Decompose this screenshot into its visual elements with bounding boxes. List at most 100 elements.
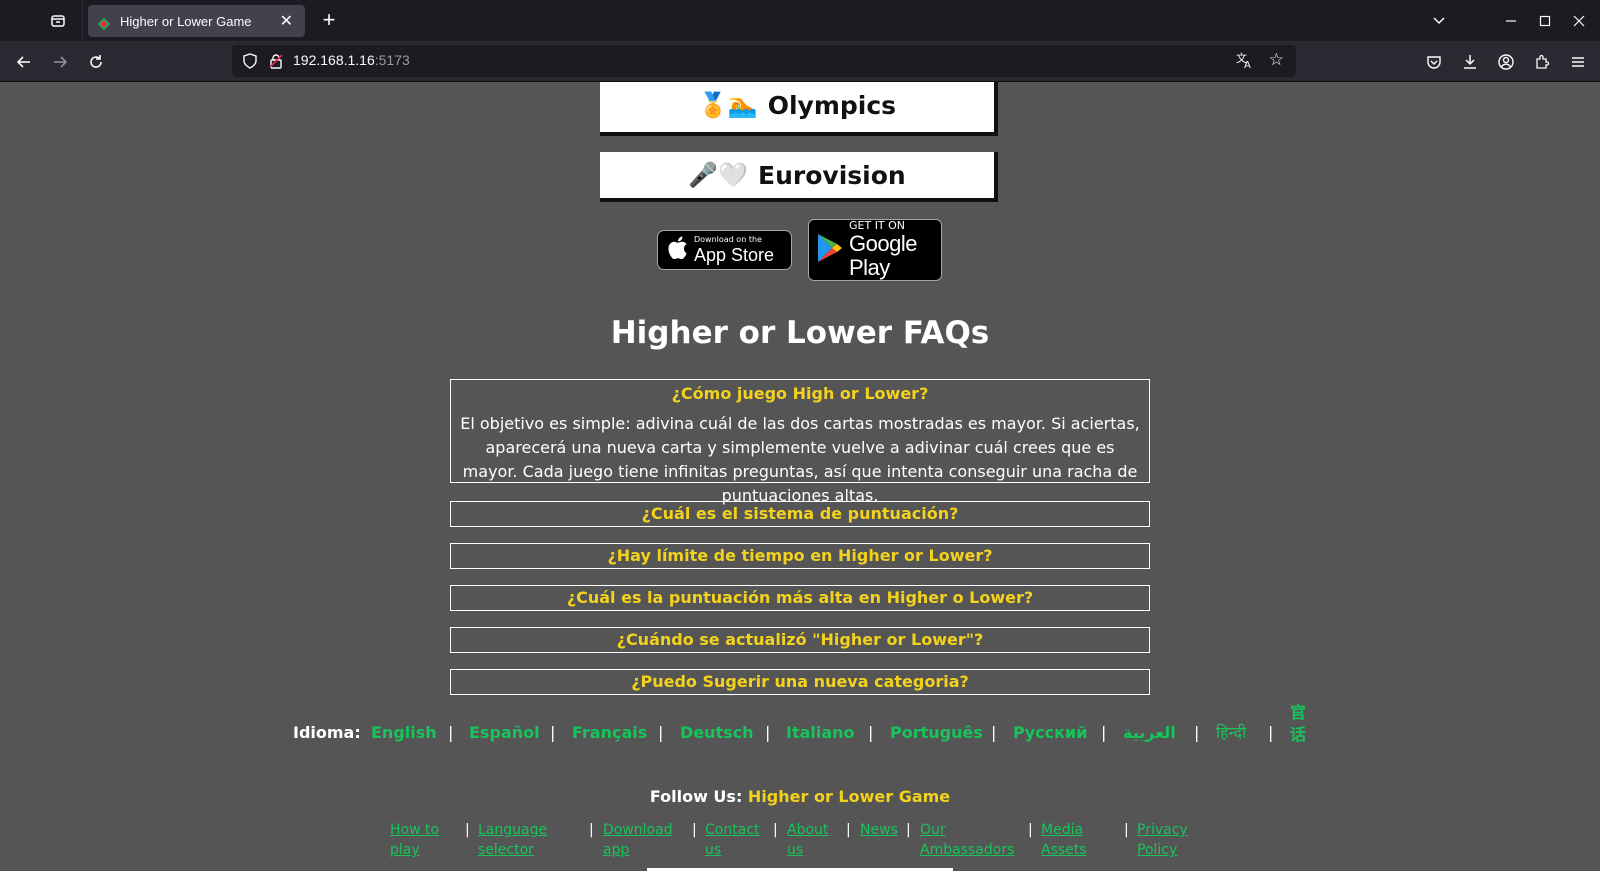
follow-label: Follow Us: [649,787,743,806]
footer-link-how-to-play[interactable]: How to play [390,820,450,860]
footer-separator: | [846,822,851,838]
tab-separator [82,0,83,41]
insecure-lock-icon[interactable] [268,53,284,73]
language-link-french[interactable]: Français [572,723,647,742]
forward-arrow-icon[interactable] [46,48,74,76]
translate-icon[interactable]: 文A [1236,51,1254,73]
extensions-icon[interactable] [1524,41,1560,82]
category-label: Olympics [767,90,897,120]
active-tab[interactable]: Higher or Lower Game ✕ [88,5,305,37]
follow-us: Follow Us: Higher or Lower Game [0,787,1600,806]
footer-separator: | [465,822,470,838]
language-link-german[interactable]: Deutsch [680,723,754,742]
menu-hamburger-icon[interactable] [1560,41,1596,82]
faq-question[interactable]: ¿Cuál es la puntuación más alta en Highe… [451,586,1149,610]
url-port: :5173 [374,52,410,68]
google-play-big: Google Play [849,231,917,280]
separator: | [1101,723,1107,742]
faq-item[interactable]: ¿Cuál es el sistema de puntuación? [450,501,1150,527]
google-play-badge[interactable]: GET IT ON Google Play [808,219,942,281]
svg-text:A: A [1244,60,1251,69]
footer-separator: | [1028,822,1033,838]
language-label: Idioma: [293,723,361,742]
category-card-eurovision[interactable]: 🎤🤍 Eurovision [600,152,998,202]
tab-title: Higher or Lower Game [120,13,252,29]
faq-item[interactable]: ¿Cómo juego High or Lower? El objetivo e… [450,379,1150,505]
toolbar-right [1416,41,1600,82]
faq-question[interactable]: ¿Puedo Sugerir una nueva categoria? [451,670,1149,694]
account-icon[interactable] [1488,41,1524,82]
separator: | [868,723,874,742]
app-store-small: Download on the [694,235,762,244]
faq-answer: El objetivo es simple: adivina cuál de l… [460,414,1140,505]
google-play-logo-icon [817,233,843,267]
language-selector-row: Idioma: English | Español | Français | D… [293,699,1313,759]
new-tab-button[interactable]: + [316,8,342,34]
category-card-olympics[interactable]: 🏅🏊 Olympics [600,82,998,136]
faq-item[interactable]: ¿Cuándo se actualizó "Higher or Lower"? [450,627,1150,653]
separator: | [765,723,771,742]
firefox-view-icon[interactable] [44,8,72,34]
pocket-icon[interactable] [1416,41,1452,82]
category-emoji: 🏅🏊 [697,91,758,119]
language-link-russian[interactable]: Русский [1013,723,1087,742]
back-arrow-icon[interactable] [10,48,38,76]
footer-link-about-us[interactable]: About us [787,820,837,860]
category-emoji: 🎤🤍 [688,161,749,189]
close-window-button[interactable] [1562,0,1596,41]
footer-link-download-app[interactable]: Download app [603,820,683,860]
language-link-hindi[interactable]: हिन्दी [1216,721,1246,743]
footer-link-contact-us[interactable]: Contact us [705,820,767,860]
bookmark-star-icon[interactable]: ☆ [1269,50,1284,70]
downloads-icon[interactable] [1452,41,1488,82]
footer-links: How to play | Language selector | Downlo… [0,820,1600,870]
address-bar[interactable]: 192.168.1.16:5173 文A ☆ [232,45,1296,77]
footer-separator: | [1124,822,1129,838]
page-content: 🏅🏊 Olympics 🎤🤍 Eurovision Download on th… [0,82,1600,871]
faq-item[interactable]: ¿Puedo Sugerir una nueva categoria? [450,669,1150,695]
language-link-portuguese[interactable]: Português [890,723,983,742]
faq-question[interactable]: ¿Cómo juego High or Lower? [451,380,1149,406]
reload-icon[interactable] [82,48,110,76]
url-host: 192.168.1.16 [293,52,375,68]
footer-link-language-selector[interactable]: Language selector [478,820,568,860]
footer-separator: | [589,822,594,838]
separator: | [991,723,997,742]
site-favicon-icon [98,15,110,30]
faq-question[interactable]: ¿Cuándo se actualizó "Higher or Lower"? [451,628,1149,652]
faq-item[interactable]: ¿Hay límite de tiempo en Higher or Lower… [450,543,1150,569]
footer-separator: | [773,822,778,838]
url-text: 192.168.1.16:5173 [293,52,410,68]
maximize-button[interactable] [1528,0,1562,41]
separator: | [658,723,664,742]
follow-link[interactable]: Higher or Lower Game [748,787,950,806]
footer-link-media-assets[interactable]: Media Assets [1041,820,1101,860]
category-label: Eurovision [758,160,906,190]
tab-close-icon[interactable]: ✕ [280,13,293,29]
minimize-button[interactable] [1494,0,1528,41]
tracking-shield-icon[interactable] [242,53,258,73]
tab-list-chevron-icon[interactable] [1422,0,1456,41]
faq-question[interactable]: ¿Hay límite de tiempo en Higher or Lower… [451,544,1149,568]
app-store-big: App Store [694,245,775,265]
footer-separator: | [906,822,911,838]
browser-tab-bar: Higher or Lower Game ✕ + [0,0,1600,41]
faq-title: Higher or Lower FAQs [610,315,990,351]
faq-question[interactable]: ¿Cuál es el sistema de puntuación? [451,502,1149,526]
language-link-italian[interactable]: Italiano [786,723,855,742]
footer-link-our-ambassadors[interactable]: Our Ambassadors [920,820,1020,860]
footer-separator: | [692,822,697,838]
language-link-mandarin[interactable]: 官话 [1290,702,1308,746]
footer-link-news[interactable]: News [860,820,904,840]
window-controls [1422,0,1600,41]
separator: | [550,723,556,742]
app-store-text: Download on the App Store [694,235,774,265]
language-link-arabic[interactable]: العربية [1123,723,1176,742]
footer-link-privacy-policy[interactable]: Privacy Policy [1137,820,1197,860]
faq-item[interactable]: ¿Cuál es la puntuación más alta en Highe… [450,585,1150,611]
google-play-text: GET IT ON Google Play [849,220,941,280]
separator: | [448,723,454,742]
language-link-english[interactable]: English [371,723,437,742]
language-link-spanish[interactable]: Español [469,723,540,742]
app-store-badge[interactable]: Download on the App Store [657,230,792,270]
